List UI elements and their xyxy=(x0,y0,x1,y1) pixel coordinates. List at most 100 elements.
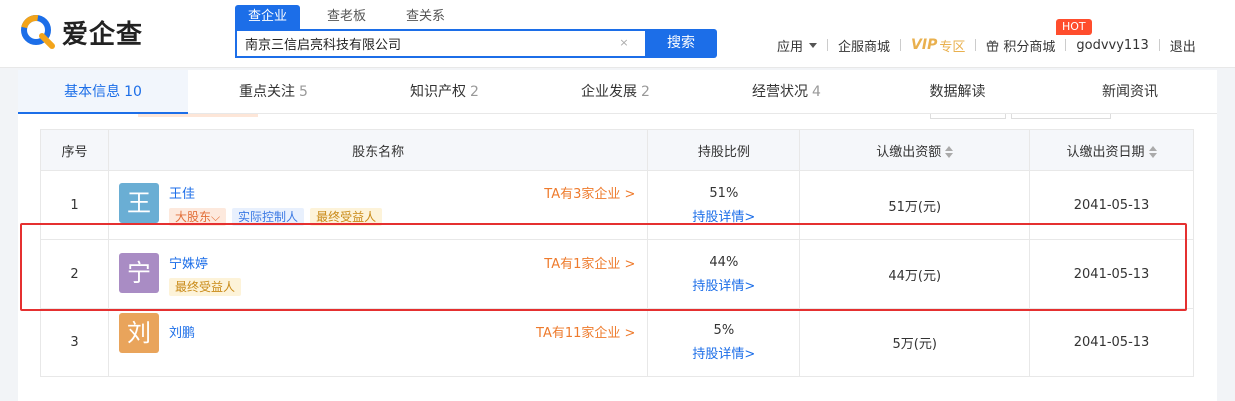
logo-text: 爱企查 xyxy=(62,19,144,50)
vip-label: VIP xyxy=(911,37,938,53)
row-ratio-cell: 44% 持股详情> xyxy=(647,239,801,309)
toolbar-remnant xyxy=(1011,114,1111,119)
col-shareholder-name: 股东名称 xyxy=(107,129,649,171)
service-mall-link[interactable]: 企服商城 xyxy=(838,36,890,55)
search-button[interactable]: 搜索 xyxy=(645,29,717,58)
table-row: 2 宁 宁姝婷 TA有1家企业 > 最终受益人 44% 持股详情> 44万(元)… xyxy=(40,239,1194,309)
row-holder-cell: 宁 宁姝婷 TA有1家企业 > 最终受益人 xyxy=(107,239,649,309)
row-ratio-cell: 5% 持股详情> xyxy=(647,308,801,377)
tab-label: 知识产权 xyxy=(410,84,467,100)
apps-label: 应用 xyxy=(777,39,804,55)
share-ratio: 51% xyxy=(709,185,739,201)
beneficiary-tag: 最终受益人 xyxy=(168,278,241,296)
related-companies-link[interactable]: TA有3家企业 > xyxy=(544,183,635,202)
col-share-ratio: 持股比例 xyxy=(647,129,801,171)
tab-news[interactable]: 新闻资讯 xyxy=(1043,70,1217,114)
related-companies-link[interactable]: TA有11家企业 > xyxy=(536,322,635,341)
row-date: 2041-05-13 xyxy=(1029,170,1194,240)
avatar: 刘 xyxy=(118,313,159,353)
gift-icon xyxy=(987,40,999,52)
row-capital: 51万(元) xyxy=(799,170,1031,240)
row-ratio-cell: 51% 持股详情> xyxy=(647,170,801,240)
vip-zone-label: 专区 xyxy=(939,39,966,55)
shareholder-card: 基本信息 10 重点关注 5 知识产权 2 企业发展 2 经营状况 4 数据解读 新闻资讯 xyxy=(18,70,1217,401)
search-box: × xyxy=(235,29,645,58)
share-detail-link[interactable]: 持股详情> xyxy=(648,206,799,225)
row-capital: 44万(元) xyxy=(799,239,1031,309)
row-date: 2041-05-13 xyxy=(1029,308,1194,377)
magnifier-logo-icon xyxy=(21,15,55,49)
nav-divider xyxy=(900,39,902,51)
search-type-tabs: 查企业 查老板 查关系 xyxy=(235,5,472,29)
nav-divider xyxy=(1158,39,1160,51)
col-subscribed-capital[interactable]: 认缴出资额 xyxy=(799,129,1031,171)
share-ratio: 5% xyxy=(713,323,735,338)
tab-label: 基本信息 xyxy=(64,84,121,100)
logo[interactable]: 爱企查 xyxy=(20,12,143,52)
tab-operation-status[interactable]: 经营状况 4 xyxy=(701,70,872,114)
tab-basic-info[interactable]: 基本信息 10 xyxy=(18,70,188,114)
tab-label: 新闻资讯 xyxy=(1102,84,1158,100)
logout-link[interactable]: 退出 xyxy=(1170,36,1196,55)
row-holder-cell: 王 王佳 TA有3家企业 > 大股东⌵ 实际控制人 最终受益人 xyxy=(107,170,649,240)
scroll-remnant xyxy=(138,114,258,117)
table-row: 3 刘 刘鹏 TA有11家企业 > 5% 持股详情> 5万(元) 2041-05… xyxy=(40,308,1194,377)
clear-icon[interactable]: × xyxy=(617,36,631,50)
col-subscribed-date[interactable]: 认缴出资日期 xyxy=(1029,129,1194,171)
table-row: 1 王 王佳 TA有3家企业 > 大股东⌵ 实际控制人 最终受益人 51% 持股… xyxy=(40,170,1194,240)
hot-badge: HOT xyxy=(1056,19,1092,35)
holder-tags: 大股东⌵ 实际控制人 最终受益人 xyxy=(168,208,388,226)
shareholder-name-link[interactable]: 宁姝婷 xyxy=(169,253,208,272)
col-index: 序号 xyxy=(40,129,109,171)
avatar: 王 xyxy=(118,183,159,223)
tab-data-interpretation[interactable]: 数据解读 xyxy=(872,70,1043,114)
apps-menu[interactable]: 应用 xyxy=(777,36,818,55)
tab-intellectual-property[interactable]: 知识产权 2 xyxy=(359,70,530,114)
actual-controller-tag: 实际控制人 xyxy=(232,208,305,226)
tab-count: 5 xyxy=(299,84,308,100)
search-tab-relation[interactable]: 查关系 xyxy=(393,5,458,29)
row-holder-cell: 刘 刘鹏 TA有11家企业 > xyxy=(107,308,649,377)
vip-zone-link[interactable]: VIP 专区 xyxy=(911,36,965,55)
col-label: 认缴出资额 xyxy=(876,144,942,160)
tab-development[interactable]: 企业发展 2 xyxy=(530,70,701,114)
row-date: 2041-05-13 xyxy=(1029,239,1194,309)
shareholder-table: 序号 股东名称 持股比例 认缴出资额 认缴出资日期 1 王 王佳 TA有3家企业… xyxy=(40,129,1194,377)
avatar: 宁 xyxy=(118,253,159,293)
tab-count: 4 xyxy=(812,84,821,100)
tab-count: 2 xyxy=(641,84,650,100)
row-capital: 5万(元) xyxy=(799,308,1031,377)
sort-icon[interactable] xyxy=(1148,146,1157,158)
related-companies-link[interactable]: TA有1家企业 > xyxy=(544,253,635,272)
major-shareholder-tag[interactable]: 大股东⌵ xyxy=(168,208,227,226)
tab-label: 数据解读 xyxy=(929,84,986,100)
share-ratio: 44% xyxy=(709,254,739,270)
user-account-link[interactable]: godvvy113 xyxy=(1076,38,1148,53)
shareholder-name-link[interactable]: 刘鹏 xyxy=(169,322,195,341)
share-detail-link[interactable]: 持股详情> xyxy=(648,343,799,362)
nav-divider xyxy=(1065,39,1067,51)
shareholder-name-link[interactable]: 王佳 xyxy=(169,183,195,202)
beneficiary-tag: 最终受益人 xyxy=(310,208,383,226)
tab-count: 10 xyxy=(124,84,142,100)
chevron-down-icon xyxy=(809,42,818,48)
row-index: 2 xyxy=(40,239,109,309)
tab-label: 经营状况 xyxy=(752,84,809,100)
points-mall-link[interactable]: 积分商城 xyxy=(986,36,1055,55)
sort-icon[interactable] xyxy=(945,146,954,158)
tab-label: 重点关注 xyxy=(239,84,296,100)
row-index: 1 xyxy=(40,170,109,240)
top-nav: 应用 企服商城 VIP 专区 积分商城 godvvy113 退出 xyxy=(777,36,1196,55)
search-tab-boss[interactable]: 查老板 xyxy=(314,5,379,29)
share-detail-link[interactable]: 持股详情> xyxy=(648,275,799,294)
row-index: 3 xyxy=(40,308,109,377)
tab-label: 企业发展 xyxy=(581,84,638,100)
top-header: 爱企查 查企业 查老板 查关系 × 搜索 HOT 应用 企服商城 VIP 专区 xyxy=(0,0,1235,68)
tab-count: 2 xyxy=(470,84,479,100)
nav-divider xyxy=(975,39,977,51)
col-label: 认缴出资日期 xyxy=(1066,144,1145,160)
points-mall-label: 积分商城 xyxy=(1003,39,1056,55)
search-input[interactable] xyxy=(245,31,615,56)
tab-key-attention[interactable]: 重点关注 5 xyxy=(188,70,359,114)
search-tab-company[interactable]: 查企业 xyxy=(235,5,301,29)
